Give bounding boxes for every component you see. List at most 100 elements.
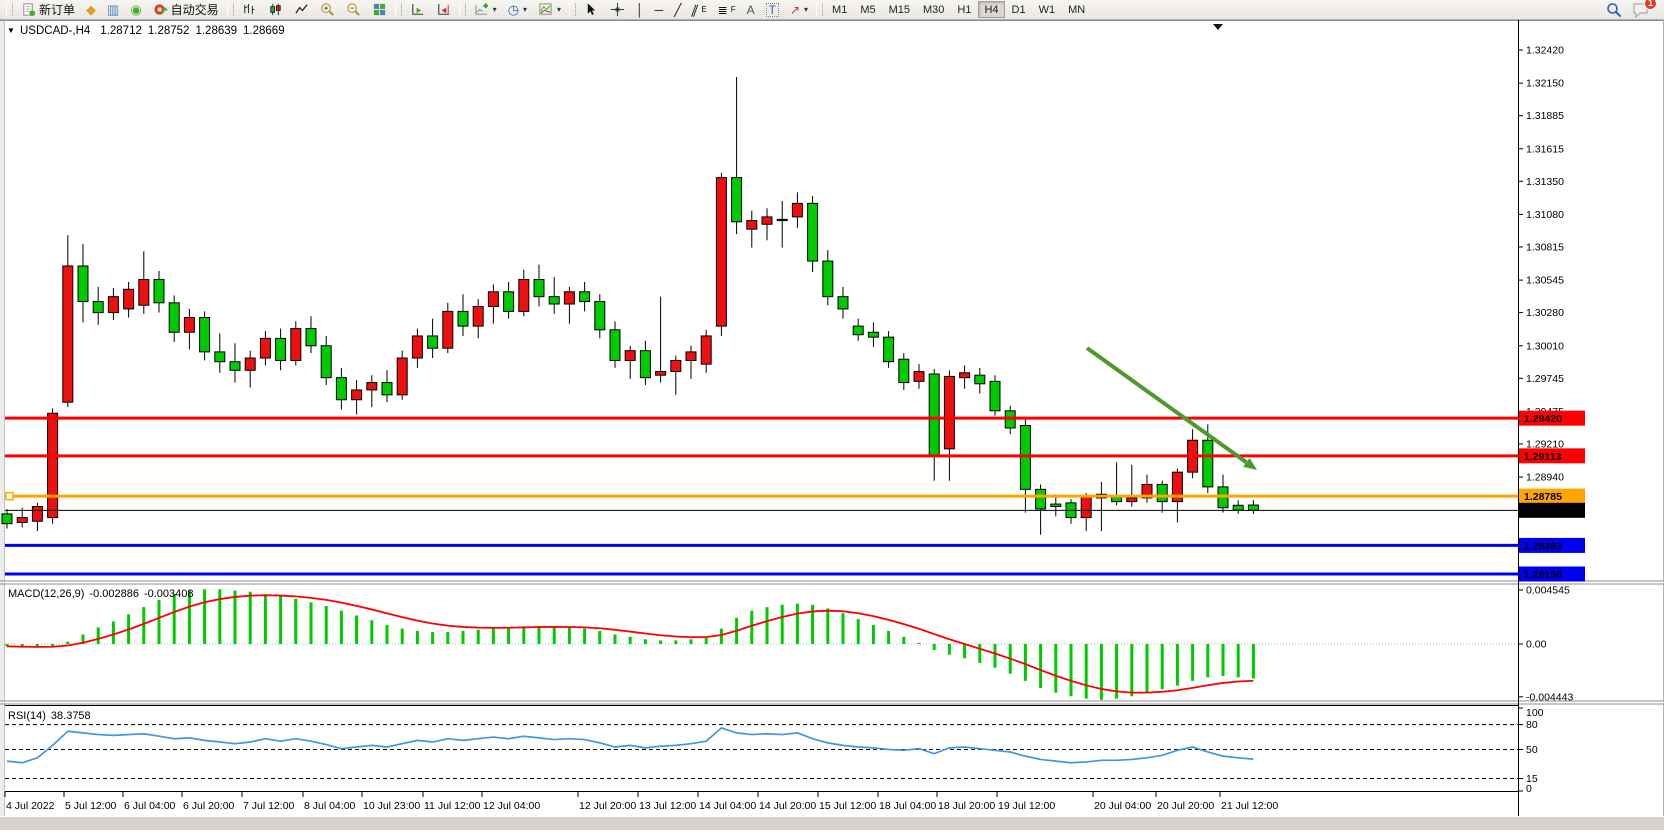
macd-main-value: -0.002886 bbox=[89, 588, 139, 600]
templates-button[interactable]: ▾ bbox=[533, 1, 566, 19]
bear-candle bbox=[504, 292, 514, 312]
time-axis-label: 4 Jul 2022 bbox=[6, 800, 55, 812]
candlestick-chart-button[interactable] bbox=[263, 1, 288, 19]
vline-tool-button[interactable]: │ bbox=[631, 1, 649, 19]
toolbar: 新订单 ◆ ▥ ◉ 自动交易 ▾ ◷▾ ▾ │ ─ ╱ ∥E ≣F A T ↗▾… bbox=[0, 0, 1664, 20]
crosshair-tool-button[interactable] bbox=[605, 1, 630, 19]
time-axis-label: 20 Jul 20:00 bbox=[1157, 800, 1214, 812]
toolbar-grip[interactable] bbox=[6, 3, 13, 16]
macd-axis-label: 0.00 bbox=[1526, 639, 1547, 651]
hline-icon: ─ bbox=[655, 4, 664, 16]
timeframe-button-h4[interactable]: H4 bbox=[978, 1, 1004, 18]
text-tool-icon: A bbox=[747, 4, 755, 16]
tile-windows-icon bbox=[372, 2, 387, 17]
time-axis-label: 19 Jul 12:00 bbox=[998, 800, 1055, 812]
bar-chart-icon bbox=[242, 2, 257, 17]
bear-candle bbox=[1233, 505, 1243, 510]
caret-down-icon: ▾ bbox=[493, 5, 497, 14]
zoom-out-button[interactable] bbox=[341, 1, 366, 19]
toolbar-grip[interactable] bbox=[459, 3, 466, 16]
chart-collapse-icon[interactable]: ▼ bbox=[7, 26, 15, 35]
bull-candle bbox=[625, 351, 635, 361]
timeframe-button-d1[interactable]: D1 bbox=[1006, 1, 1032, 18]
time-axis-label: 8 Jul 04:00 bbox=[304, 800, 356, 812]
bar-chart-button[interactable] bbox=[237, 1, 262, 19]
signals-icon: ◉ bbox=[130, 3, 141, 16]
chart-title: USDCAD-,H41.287121.287521.286391.28669 bbox=[20, 25, 285, 37]
toolbar-grip[interactable] bbox=[227, 3, 234, 16]
autotrading-button[interactable]: 自动交易 bbox=[148, 1, 224, 19]
time-axis-label: 6 Jul 20:00 bbox=[183, 800, 235, 812]
autotrading-label: 自动交易 bbox=[171, 1, 219, 18]
hline-handle[interactable] bbox=[6, 493, 13, 500]
bear-candle bbox=[838, 297, 848, 309]
timeframe-button-m5[interactable]: M5 bbox=[854, 1, 881, 18]
bull-candle bbox=[48, 413, 58, 517]
timeframe-button-m15[interactable]: M15 bbox=[883, 1, 916, 18]
timeframe-button-h1[interactable]: H1 bbox=[951, 1, 977, 18]
timeframe-button-m1[interactable]: M1 bbox=[826, 1, 853, 18]
tile-windows-button[interactable] bbox=[367, 1, 392, 19]
bull-candle bbox=[762, 217, 772, 224]
timeframe-button-m30[interactable]: M30 bbox=[917, 1, 950, 18]
price-axis-label: 1.30545 bbox=[1526, 275, 1564, 287]
price-axis-label: 1.30280 bbox=[1526, 307, 1564, 319]
timeframe-button-w1[interactable]: W1 bbox=[1033, 1, 1062, 18]
bear-candle bbox=[215, 352, 225, 362]
bear-candle bbox=[428, 336, 438, 348]
bull-candle bbox=[260, 338, 270, 358]
bull-candle bbox=[184, 318, 194, 333]
macd-label: MACD(12,26,9)-0.002886-0.003408 bbox=[8, 588, 194, 600]
trendline-tool-button[interactable]: ╱ bbox=[669, 1, 686, 19]
bull-candle bbox=[747, 221, 757, 230]
candlestick-chart-icon bbox=[268, 2, 283, 17]
bear-candle bbox=[534, 279, 544, 296]
bull-candle bbox=[716, 178, 726, 326]
bear-candle bbox=[2, 514, 12, 524]
bear-candle bbox=[610, 330, 620, 361]
arrows-tool-icon: ↗ bbox=[790, 4, 800, 16]
line-chart-button[interactable] bbox=[289, 1, 314, 19]
toolbar-grip[interactable] bbox=[395, 3, 402, 16]
fibonacci-icon: ≣ bbox=[718, 4, 728, 16]
bear-candle bbox=[306, 329, 316, 346]
signals-button[interactable]: ◉ bbox=[125, 1, 146, 19]
zoom-in-button[interactable] bbox=[315, 1, 340, 19]
price-axis-label: 1.30815 bbox=[1526, 241, 1564, 253]
bull-candle bbox=[412, 336, 422, 358]
time-axis-label: 18 Jul 20:00 bbox=[938, 800, 995, 812]
text-tool-button[interactable]: A bbox=[742, 1, 760, 19]
market-watch-button[interactable]: ▥ bbox=[102, 1, 124, 19]
chart-shift-button[interactable] bbox=[431, 1, 456, 19]
bull-candle bbox=[914, 372, 924, 382]
periods-button[interactable]: ◷▾ bbox=[503, 1, 532, 19]
bull-candle bbox=[32, 507, 42, 522]
pencil-tool-button[interactable]: ◆ bbox=[81, 1, 101, 19]
notifications-button[interactable]: 1 bbox=[1632, 2, 1650, 18]
bear-candle bbox=[321, 346, 331, 378]
chart-canvas[interactable]: 1.324201.321501.318851.316151.313501.310… bbox=[0, 20, 1664, 830]
timeframe-button-mn[interactable]: MN bbox=[1062, 1, 1091, 18]
bull-candle bbox=[17, 518, 27, 523]
channel-tool-button[interactable]: ∥E bbox=[687, 1, 711, 19]
toolbar-grip[interactable] bbox=[816, 3, 823, 16]
fibonacci-tool-button[interactable]: ≣F bbox=[713, 1, 741, 19]
auto-scroll-button[interactable] bbox=[405, 1, 430, 19]
bear-candle bbox=[78, 266, 88, 302]
time-axis-label: 14 Jul 20:00 bbox=[759, 800, 816, 812]
caret-down-icon: ▾ bbox=[523, 5, 527, 14]
search-icon[interactable] bbox=[1606, 2, 1622, 18]
arrows-tool-button[interactable]: ↗▾ bbox=[785, 1, 813, 19]
bull-candle bbox=[671, 360, 681, 371]
cursor-tool-button[interactable] bbox=[579, 1, 604, 19]
hline-tool-button[interactable]: ─ bbox=[650, 1, 669, 19]
bull-candle bbox=[124, 289, 134, 309]
rsi-axis-label: 80 bbox=[1526, 719, 1538, 731]
bear-candle bbox=[640, 351, 650, 378]
quote-close: 1.28669 bbox=[243, 25, 285, 37]
indicators-button[interactable]: ▾ bbox=[469, 1, 502, 19]
time-axis-label: 12 Jul 20:00 bbox=[579, 800, 636, 812]
new-order-button[interactable]: 新订单 bbox=[16, 1, 80, 19]
label-tool-button[interactable]: T bbox=[761, 1, 784, 19]
toolbar-grip[interactable] bbox=[569, 3, 576, 16]
